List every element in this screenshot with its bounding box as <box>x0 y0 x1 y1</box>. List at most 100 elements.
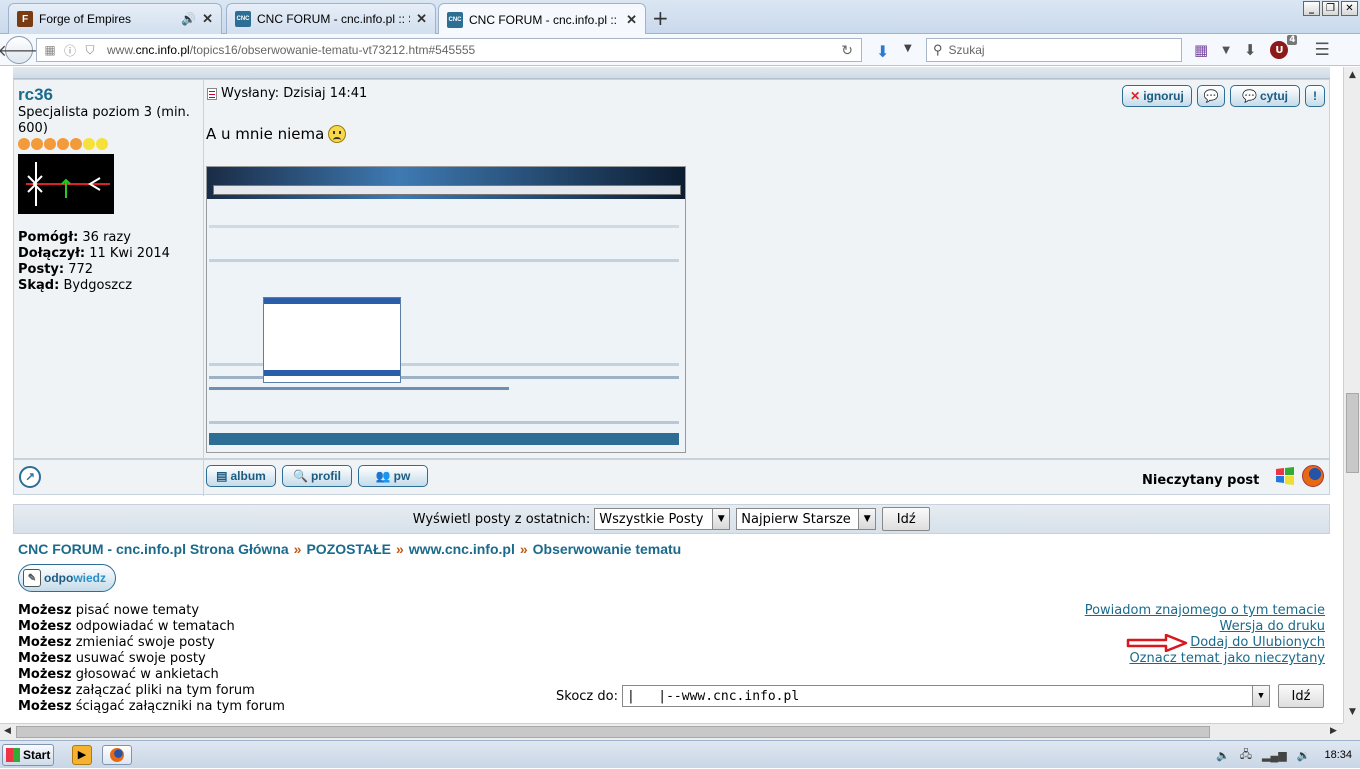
download-arrow-icon[interactable]: ⬇ <box>1244 41 1257 59</box>
speaker-icon[interactable]: 🔊 <box>181 12 196 26</box>
permission-item: Możesz załączać pliki na tym forum <box>18 683 255 698</box>
browser-tab-bar: F Forge of Empires 🔊 ✕ CNC CNC FORUM - c… <box>0 0 1360 35</box>
author-stat-label: Dołączył: <box>18 246 86 261</box>
author-stat-row: Posty: 772 <box>18 262 170 278</box>
menu-icon[interactable]: ☰ <box>1314 40 1329 60</box>
search-input[interactable]: ⚲ Szukaj <box>926 38 1182 62</box>
breadcrumb-category[interactable]: POZOSTAŁE <box>306 541 391 557</box>
download-icon[interactable]: ⬇ <box>876 42 889 61</box>
permissions-list: Możesz pisać nowe tematy Możesz odpowiada… <box>18 603 285 715</box>
author-stat-label: Posty: <box>18 262 65 277</box>
close-tab-icon[interactable]: ✕ <box>626 12 637 28</box>
author-stat-row: Dołączył: 11 Kwi 2014 <box>18 246 170 262</box>
quote-balloon-button[interactable]: 💬 <box>1197 85 1225 107</box>
system-tray: 🔈 🖧 ▂▄▆ 🔉 18:34 <box>1206 741 1352 769</box>
tab-title: CNC FORUM - cnc.info.pl :: O... <box>469 12 620 27</box>
profile-button[interactable]: 🔍 profil <box>282 465 352 487</box>
reply-button[interactable]: ✎ odpo wiedz <box>18 564 116 592</box>
rank-stars <box>18 138 109 150</box>
jump-go-button[interactable]: Idź <box>1277 684 1324 708</box>
post-separator-strip <box>13 67 1330 79</box>
author-stat-value: 772 <box>68 262 94 277</box>
browser-nav-bar: 🡐 ▦ ⓘ ⛉ www.cnc.info.pl/topics16/obserwo… <box>0 34 1360 66</box>
minimize-icon[interactable]: _ <box>1303 1 1320 16</box>
breadcrumb: CNC FORUM - cnc.info.pl Strona Główna » … <box>18 541 681 557</box>
signal-icon[interactable]: ▂▄▆ <box>1262 749 1287 762</box>
rank-star-icon <box>83 138 95 150</box>
horizontal-scrollbar[interactable]: ◀ ▶ <box>0 723 1343 740</box>
rank-star-icon <box>57 138 69 150</box>
network-icon[interactable]: 🖧 <box>1240 746 1252 765</box>
clock[interactable]: 18:34 <box>1324 749 1352 761</box>
reload-icon[interactable]: ↻ <box>841 42 853 59</box>
topic-links: Powiadom znajomego o tym temacie Wersja … <box>1085 603 1325 667</box>
author-stat-value: Bydgoszcz <box>63 278 133 293</box>
page-viewport: rc36 Specjalista poziom 3 (min. 600) Pom… <box>0 67 1343 723</box>
info-icon[interactable]: ⓘ <box>63 42 77 59</box>
grid-icon[interactable]: ▦ <box>1194 41 1208 59</box>
author-stats: Pomógł: 36 razy Dołączył: 11 Kwi 2014 Post… <box>18 230 170 294</box>
ignore-button[interactable]: ✕ ignoruj <box>1122 85 1192 107</box>
firefox-taskbar-icon[interactable] <box>102 744 132 765</box>
jump-to-forum: Skocz do: | |--www.cnc.info.pl ▼ Idź <box>556 684 1324 708</box>
scroll-left-icon[interactable]: ◀ <box>4 726 11 736</box>
report-button[interactable]: ! <box>1305 85 1325 107</box>
close-window-icon[interactable]: ✕ <box>1341 1 1358 16</box>
scroll-right-icon[interactable]: ▶ <box>1330 726 1337 736</box>
volume-icon[interactable]: 🔈 <box>1216 749 1230 762</box>
filter-go-button[interactable]: Idź <box>882 507 931 531</box>
album-button[interactable]: ▤ album <box>206 465 276 487</box>
scroll-thumb[interactable] <box>1346 393 1359 473</box>
scroll-up-icon[interactable]: ▲ <box>1346 70 1359 83</box>
chevron-down-icon[interactable]: ▼ <box>1222 45 1230 56</box>
author-stat-label: Pomógł: <box>18 230 79 245</box>
permission-item: Możesz głosować w ankietach <box>18 667 219 682</box>
author-stat-value: 36 razy <box>82 230 131 245</box>
post-message: A u mnie niema <box>206 125 347 143</box>
permission-item: Możesz odpowiadać w tematach <box>18 619 235 634</box>
vertical-scrollbar[interactable]: ▲ ▼ <box>1343 67 1360 723</box>
close-tab-icon[interactable]: ✕ <box>202 11 213 27</box>
restore-icon[interactable]: ❐ <box>1322 1 1339 16</box>
notify-friend-link[interactable]: Powiadom znajomego o tym temacie <box>1085 603 1325 619</box>
permission-item: Możesz ściągać załączniki na tym forum <box>18 699 285 714</box>
url-bar[interactable]: ▦ ⓘ ⛉ www.cnc.info.pl/topics16/obserwowa… <box>36 38 862 62</box>
start-button[interactable]: Start <box>2 743 54 766</box>
ublock-icon[interactable]: U4 <box>1270 35 1298 59</box>
scroll-down-icon[interactable]: ▼ <box>1346 707 1359 720</box>
author-name[interactable]: rc36 <box>18 85 53 105</box>
go-to-top-icon[interactable]: ↗ <box>19 466 41 488</box>
profile-icon: 🔍 <box>293 469 308 483</box>
tab-forge-of-empires[interactable]: F Forge of Empires 🔊 ✕ <box>8 3 222 34</box>
breadcrumb-topic[interactable]: Obserwowanie tematu <box>533 541 682 557</box>
pm-button[interactable]: 👥 pw <box>358 465 428 487</box>
print-version-link[interactable]: Wersja do druku <box>1085 619 1325 635</box>
tab-cnc-forum-active[interactable]: CNC CNC FORUM - cnc.info.pl :: O... ✕ <box>438 3 646 35</box>
cnc-favicon-icon: CNC <box>235 11 251 27</box>
search-placeholder: Szukaj <box>948 43 985 57</box>
order-select[interactable]: Najpierw Starsze ▼ <box>736 508 877 530</box>
breadcrumb-forum[interactable]: www.cnc.info.pl <box>409 541 515 557</box>
tab-groups-icon[interactable]: ▦ <box>43 43 57 57</box>
media-player-icon[interactable]: ▶ <box>72 744 92 765</box>
shield-icon[interactable]: ⛉ <box>83 43 97 58</box>
quote-button[interactable]: 💬 cytuj <box>1230 85 1300 107</box>
breadcrumb-home[interactable]: CNC FORUM - cnc.info.pl Strona Główna <box>18 541 289 557</box>
windows-flag-icon <box>6 747 20 762</box>
mark-unread-link[interactable]: Oznacz temat jako nieczytany <box>1085 651 1325 667</box>
post-filter-bar: Wyświetl posty z ostatnich: Wszystkie Po… <box>13 504 1330 534</box>
cnc-favicon-icon: CNC <box>447 11 463 28</box>
jump-label: Skocz do: <box>556 688 618 704</box>
chevron-down-icon[interactable]: ▼ <box>904 43 912 54</box>
author-stat-label: Skąd: <box>18 278 60 293</box>
close-tab-icon[interactable]: ✕ <box>416 11 427 27</box>
speaker-icon[interactable]: 🔉 <box>1297 749 1311 762</box>
jump-select[interactable]: | |--www.cnc.info.pl ▼ <box>621 685 1270 707</box>
hscroll-thumb[interactable] <box>16 726 1210 738</box>
add-favorites-link[interactable]: Dodaj do Ulubionych <box>1085 635 1325 651</box>
back-arrow-icon[interactable]: 🡐 <box>0 36 40 64</box>
period-select[interactable]: Wszystkie Posty ▼ <box>594 508 731 530</box>
tab-cnc-forum-1[interactable]: CNC CNC FORUM - cnc.info.pl :: S... ✕ <box>226 3 436 34</box>
new-tab-icon[interactable]: + <box>652 6 669 30</box>
ignore-x-icon: ✕ <box>1130 89 1141 103</box>
